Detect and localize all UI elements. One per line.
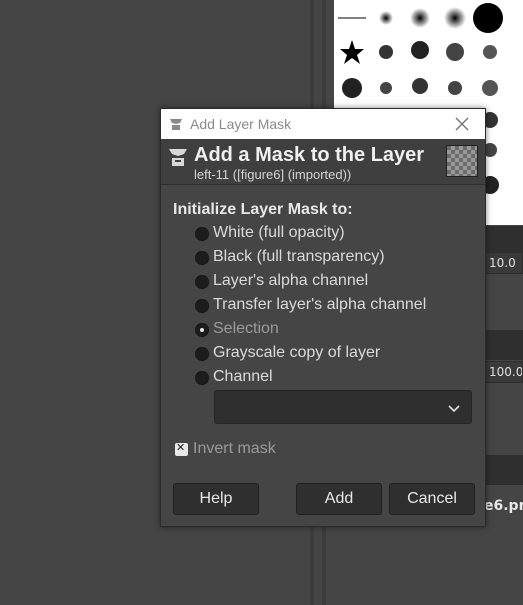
- channel-combo[interactable]: [214, 390, 472, 424]
- radio-black[interactable]: [195, 251, 209, 265]
- option-transfer-alpha-label: Transfer layer's alpha channel: [213, 296, 427, 313]
- radio-selection[interactable]: [195, 323, 209, 337]
- dock-tool-strip: [484, 330, 523, 360]
- option-channel-label: Channel: [213, 368, 273, 385]
- layer-mask-icon: [169, 149, 187, 166]
- window-title: Add Layer Mask: [190, 116, 292, 132]
- radio-transfer-alpha[interactable]: [195, 299, 209, 313]
- layer-name: left-11 ([figure6] (imported)): [194, 167, 352, 182]
- dock-size-value[interactable]: 10.0: [484, 252, 523, 274]
- radio-alpha-channel[interactable]: [195, 275, 209, 289]
- dialog-titlebar[interactable]: Add Layer Mask: [161, 109, 485, 139]
- option-white-label: White (full opacity): [213, 224, 345, 241]
- dock-layer-strip: [484, 455, 523, 485]
- option-selection-label: Selection: [213, 320, 279, 337]
- add-button[interactable]: Add: [296, 483, 382, 515]
- dialog-heading: Add a Mask to the Layer: [194, 144, 425, 166]
- help-button[interactable]: Help: [173, 483, 259, 515]
- gimp-app-icon: [170, 119, 182, 130]
- radio-white[interactable]: [195, 227, 209, 241]
- radio-channel[interactable]: [195, 371, 209, 385]
- option-alpha-channel-label: Layer's alpha channel: [213, 272, 369, 289]
- option-black-label: Black (full transparency): [213, 248, 385, 265]
- layer-thumbnail: [446, 145, 478, 177]
- dock-opacity-value[interactable]: 100.0: [484, 361, 523, 383]
- close-icon[interactable]: [453, 115, 471, 133]
- invert-mask-label: Invert mask: [193, 440, 276, 457]
- add-layer-mask-dialog: Add Layer Mask Add a Mask to the Layer l…: [160, 108, 486, 527]
- dialog-header: Add a Mask to the Layer left-11 ([figure…: [161, 139, 485, 185]
- chevron-down-icon: [448, 405, 460, 413]
- cancel-button[interactable]: Cancel: [389, 483, 475, 515]
- initialize-mask-label: Initialize Layer Mask to:: [173, 201, 353, 218]
- option-grayscale-copy-label: Grayscale copy of layer: [213, 344, 381, 361]
- dock-filename: e6.png: [484, 498, 523, 514]
- invert-mask-checkbox[interactable]: [175, 441, 188, 456]
- radio-grayscale-copy[interactable]: [195, 347, 209, 361]
